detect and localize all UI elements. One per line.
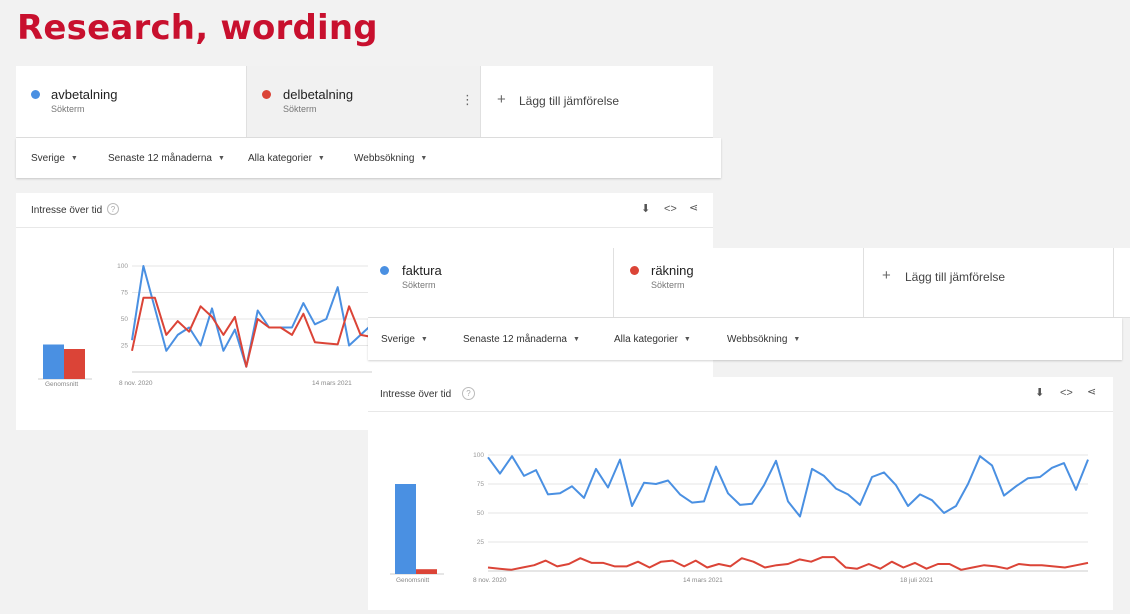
y-axis-tick: 50 — [477, 510, 485, 517]
dropdown-caret-icon: ▼ — [420, 335, 428, 343]
average-bars-chart — [38, 344, 92, 380]
filter-category[interactable]: Alla kategorier ▼ — [248, 153, 325, 164]
average-bars-chart — [390, 484, 444, 575]
search-term-name: delbetalning — [283, 87, 354, 102]
x-axis-tick: 8 nov. 2020 — [119, 380, 153, 387]
search-terms-bar: faktura Sökterm räkning Sökterm + Lägg t… — [368, 248, 1130, 318]
dropdown-caret-icon: ▼ — [217, 154, 225, 162]
card-header: Intresse över tid ? ⬇ <> ⋖ — [16, 193, 713, 228]
embed-code-icon[interactable]: <> — [664, 204, 677, 215]
average-label: Genomsnitt — [45, 381, 79, 388]
series-color-dot — [630, 266, 639, 275]
y-axis-tick: 50 — [121, 316, 129, 323]
y-axis-tick: 25 — [121, 343, 129, 350]
series-color-dot — [31, 90, 40, 99]
y-axis-tick: 75 — [121, 290, 129, 297]
dropdown-caret-icon: ▼ — [683, 335, 691, 343]
dropdown-caret-icon: ▼ — [793, 335, 801, 343]
interest-line-chart: 25 50 75 100 — [473, 452, 1089, 572]
search-term-type: Sökterm — [402, 280, 436, 290]
average-bar-avbetalning — [43, 344, 64, 379]
search-term-avbetalning[interactable]: avbetalning Sökterm — [16, 66, 247, 137]
x-axis-tick: 8 nov. 2020 — [473, 577, 507, 584]
x-axis-tick: 18 juli 2021 — [900, 577, 934, 584]
search-term-rakning[interactable]: räkning Sökterm — [614, 248, 864, 317]
card-header: Intresse över tid ? ⬇ <> ⋖ — [368, 377, 1113, 412]
series-line-avbetalning — [131, 265, 373, 368]
dropdown-caret-icon: ▼ — [70, 154, 78, 162]
series-color-dot — [380, 266, 389, 275]
card-title: Intresse över tid — [31, 205, 103, 216]
help-icon[interactable]: ? — [462, 387, 475, 400]
interest-over-time-card: Intresse över tid ? ⬇ <> ⋖ Genomsnitt 25… — [368, 377, 1113, 610]
search-term-delbetalning[interactable]: delbetalning Sökterm ⋮ — [247, 66, 481, 137]
interest-line-chart: 25 50 75 100 — [117, 263, 373, 373]
y-axis-tick: 75 — [477, 481, 485, 488]
more-options-icon[interactable]: ⋮ — [461, 93, 474, 106]
card-title: Intresse över tid — [380, 389, 452, 400]
y-axis-tick: 100 — [117, 263, 128, 270]
y-axis-tick: 25 — [477, 539, 485, 546]
average-bar-delbetalning — [64, 349, 85, 379]
filter-region[interactable]: Sverige ▼ — [381, 334, 428, 345]
slide-title: Research, wording — [17, 8, 378, 48]
dropdown-caret-icon: ▼ — [317, 154, 325, 162]
series-line-räkning — [487, 556, 1089, 571]
search-term-type: Sökterm — [51, 104, 85, 114]
search-term-name: faktura — [402, 263, 442, 278]
search-term-name: räkning — [651, 263, 694, 278]
search-terms-bar: avbetalning Sökterm delbetalning Sökterm… — [16, 66, 713, 138]
average-bar-faktura — [395, 484, 416, 574]
filter-time-range[interactable]: Senaste 12 månaderna ▼ — [463, 334, 580, 345]
plus-icon: + — [497, 91, 506, 108]
dropdown-caret-icon: ▼ — [572, 335, 580, 343]
download-icon[interactable]: ⬇ — [641, 204, 650, 215]
add-comparison-button[interactable]: + Lägg till jämförelse — [481, 66, 713, 137]
series-color-dot — [262, 90, 271, 99]
add-comparison-button[interactable]: + Lägg till jämförelse — [864, 248, 1114, 317]
help-icon[interactable]: ? — [107, 203, 119, 215]
filter-region[interactable]: Sverige ▼ — [31, 153, 78, 164]
search-term-faktura[interactable]: faktura Sökterm — [368, 248, 614, 317]
embed-code-icon[interactable]: <> — [1060, 388, 1073, 399]
filter-bar: Sverige ▼ Senaste 12 månaderna ▼ Alla kate… — [16, 138, 721, 178]
filter-search-type[interactable]: Webbsökning ▼ — [354, 153, 427, 164]
average-label: Genomsnitt — [396, 577, 430, 584]
add-comparison-label: Lägg till jämförelse — [905, 270, 1006, 284]
add-comparison-label: Lägg till jämförelse — [519, 94, 620, 108]
y-axis-tick: 100 — [473, 452, 484, 459]
search-term-type: Sökterm — [651, 280, 685, 290]
x-axis-tick: 14 mars 2021 — [683, 577, 723, 584]
x-axis-tick: 14 mars 2021 — [312, 380, 352, 387]
dropdown-caret-icon: ▼ — [420, 154, 428, 162]
filter-time-range[interactable]: Senaste 12 månaderna ▼ — [108, 153, 225, 164]
download-icon[interactable]: ⬇ — [1035, 388, 1044, 399]
filter-search-type[interactable]: Webbsökning ▼ — [727, 334, 800, 345]
filter-bar: Sverige ▼ Senaste 12 månaderna ▼ Alla kate… — [368, 318, 1122, 360]
search-term-type: Sökterm — [283, 104, 317, 114]
filter-category[interactable]: Alla kategorier ▼ — [614, 334, 691, 345]
plus-icon: + — [882, 267, 891, 284]
average-bar-räkning — [416, 569, 437, 574]
search-term-name: avbetalning — [51, 87, 118, 102]
series-line-delbetalning — [131, 296, 373, 368]
share-icon[interactable]: ⋖ — [689, 203, 698, 214]
series-line-faktura — [487, 455, 1089, 518]
share-icon[interactable]: ⋖ — [1087, 387, 1096, 398]
